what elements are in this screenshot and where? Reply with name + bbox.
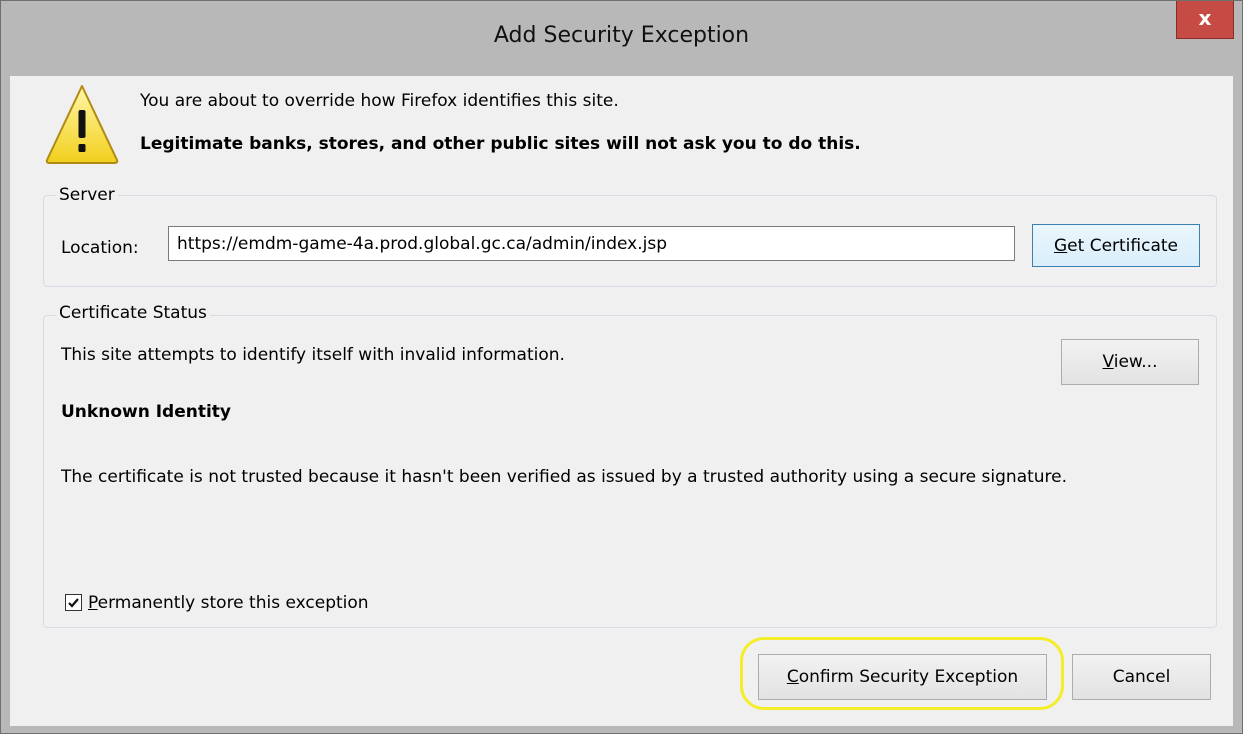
- location-label: Location:: [61, 238, 139, 258]
- cancel-button[interactable]: Cancel: [1072, 654, 1211, 700]
- permanent-exception-checkbox[interactable]: [65, 594, 82, 611]
- confirm-label: onfirm Security Exception: [798, 667, 1019, 687]
- confirm-security-exception-button[interactable]: Confirm Security Exception: [758, 654, 1047, 700]
- title-bar[interactable]: Add Security Exception x: [1, 1, 1242, 76]
- warning-icon: [45, 85, 119, 164]
- checkmark-icon: [68, 598, 79, 608]
- warning-emphasis: Legitimate banks, stores, and other publ…: [140, 134, 861, 154]
- close-icon: x: [1198, 6, 1212, 30]
- permanent-mnemonic: P: [88, 593, 98, 613]
- view-mnemonic: V: [1102, 352, 1114, 372]
- get-certificate-mnemonic: G: [1053, 235, 1068, 256]
- get-certificate-button[interactable]: Get Certificate: [1032, 224, 1200, 267]
- view-label: iew...: [1113, 352, 1158, 372]
- get-certificate-label: et Certificate: [1067, 235, 1179, 256]
- dialog-window: Add Security Exception x You are about t…: [0, 0, 1243, 734]
- location-input[interactable]: [168, 226, 1015, 261]
- confirm-mnemonic: C: [786, 667, 799, 687]
- dialog-body: You are about to override how Firefox id…: [10, 76, 1233, 726]
- warning-message: You are about to override how Firefox id…: [140, 91, 619, 111]
- view-button[interactable]: View...: [1061, 339, 1199, 385]
- certificate-detail-text: The certificate is not trusted because i…: [61, 467, 1068, 487]
- identity-heading: Unknown Identity: [61, 402, 232, 422]
- status-text: This site attempts to identify itself wi…: [61, 345, 565, 365]
- dialog-title: Add Security Exception: [493, 23, 750, 48]
- permanent-label-text: ermanently store this exception: [97, 593, 369, 613]
- permanent-exception-label[interactable]: Permanently store this exception: [88, 593, 369, 613]
- certificate-status-label: Certificate Status: [56, 303, 210, 323]
- close-button[interactable]: x: [1176, 1, 1234, 39]
- server-group-label: Server: [56, 185, 118, 205]
